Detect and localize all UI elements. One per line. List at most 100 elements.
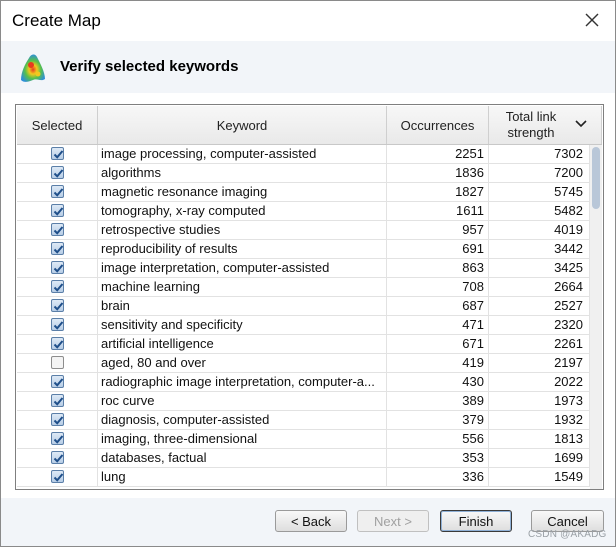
keyword-cell: magnetic resonance imaging	[98, 183, 387, 201]
occurrences-cell: 957	[387, 221, 489, 239]
total-link-strength-cell: 2022	[489, 373, 590, 391]
keyword-checkbox[interactable]	[51, 299, 64, 312]
keyword-checkbox[interactable]	[51, 432, 64, 445]
table-row[interactable]: algorithms 1836 7200	[17, 164, 590, 183]
keyword-cell: brain	[98, 297, 387, 315]
back-button[interactable]: < Back	[275, 510, 347, 532]
close-icon[interactable]	[579, 7, 605, 33]
column-header-total-link-strength[interactable]: Total link strength	[489, 106, 602, 144]
keyword-cell: retrospective studies	[98, 221, 387, 239]
keyword-cell: machine learning	[98, 278, 387, 296]
keyword-checkbox[interactable]	[51, 242, 64, 255]
checkmark-icon	[53, 188, 64, 197]
total-link-strength-cell: 7200	[489, 164, 590, 182]
selected-cell	[17, 468, 98, 486]
keyword-checkbox[interactable]	[51, 223, 64, 236]
table-row[interactable]: diagnosis, computer-assisted 379 1932	[17, 411, 590, 430]
keyword-checkbox[interactable]	[51, 394, 64, 407]
selected-cell	[17, 202, 98, 220]
checkmark-icon	[53, 454, 64, 463]
checkmark-icon	[53, 264, 64, 273]
keyword-cell: artificial intelligence	[98, 335, 387, 353]
scrollbar-thumb[interactable]	[592, 147, 600, 209]
table-header: Selected Keyword Occurrences Total link …	[17, 106, 602, 145]
keyword-checkbox[interactable]	[51, 318, 64, 331]
keyword-cell: algorithms	[98, 164, 387, 182]
finish-button[interactable]: Finish	[440, 510, 512, 532]
table-row[interactable]: magnetic resonance imaging 1827 5745	[17, 183, 590, 202]
keyword-cell: sensitivity and specificity	[98, 316, 387, 334]
selected-cell	[17, 411, 98, 429]
table-row[interactable]: reproducibility of results 691 3442	[17, 240, 590, 259]
keyword-cell: image interpretation, computer-assisted	[98, 259, 387, 277]
watermark: CSDN @AKADG	[528, 529, 607, 540]
column-label-total-link-strength: Total link strength	[503, 109, 559, 141]
keyword-checkbox[interactable]	[51, 280, 64, 293]
total-link-strength-cell: 2197	[489, 354, 590, 372]
keywords-table: Selected Keyword Occurrences Total link …	[15, 104, 604, 490]
column-header-occurrences[interactable]: Occurrences	[387, 106, 489, 144]
column-header-keyword[interactable]: Keyword	[98, 106, 387, 144]
title-bar: Create Map	[1, 1, 615, 41]
table-row[interactable]: roc curve 389 1973	[17, 392, 590, 411]
checkmark-icon	[53, 435, 64, 444]
keyword-checkbox[interactable]	[51, 166, 64, 179]
selected-cell	[17, 145, 98, 163]
keyword-cell: databases, factual	[98, 449, 387, 467]
occurrences-cell: 708	[387, 278, 489, 296]
vosviewer-density-icon	[21, 54, 45, 82]
keyword-checkbox[interactable]	[51, 204, 64, 217]
keyword-checkbox[interactable]	[51, 185, 64, 198]
table-row[interactable]: tomography, x-ray computed 1611 5482	[17, 202, 590, 221]
table-row[interactable]: sensitivity and specificity 471 2320	[17, 316, 590, 335]
selected-cell	[17, 373, 98, 391]
table-row[interactable]: image processing, computer-assisted 2251 7…	[17, 145, 590, 164]
keyword-checkbox[interactable]	[51, 470, 64, 483]
vertical-scrollbar[interactable]	[590, 145, 602, 489]
selected-cell	[17, 259, 98, 277]
table-row[interactable]: lung 336 1549	[17, 468, 590, 487]
total-link-strength-cell: 2261	[489, 335, 590, 353]
total-link-strength-cell: 5745	[489, 183, 590, 201]
checkmark-icon	[53, 207, 64, 216]
keyword-cell: diagnosis, computer-assisted	[98, 411, 387, 429]
table-row[interactable]: retrospective studies 957 4019	[17, 221, 590, 240]
occurrences-cell: 1836	[387, 164, 489, 182]
table-row[interactable]: databases, factual 353 1699	[17, 449, 590, 468]
table-row[interactable]: imaging, three-dimensional 556 1813	[17, 430, 590, 449]
table-row[interactable]: image interpretation, computer-assisted 8…	[17, 259, 590, 278]
column-header-selected[interactable]: Selected	[17, 106, 98, 144]
table-row[interactable]: aged, 80 and over 419 2197	[17, 354, 590, 373]
checkmark-icon	[53, 150, 64, 159]
dialog-title: Create Map	[12, 11, 101, 30]
next-button[interactable]: Next >	[357, 510, 429, 532]
checkmark-icon	[53, 245, 64, 254]
checkmark-icon	[53, 397, 64, 406]
keyword-checkbox[interactable]	[51, 413, 64, 426]
selected-cell	[17, 221, 98, 239]
keyword-checkbox[interactable]	[51, 147, 64, 160]
keyword-cell: image processing, computer-assisted	[98, 145, 387, 163]
table-row[interactable]: artificial intelligence 671 2261	[17, 335, 590, 354]
keyword-checkbox[interactable]	[51, 375, 64, 388]
table-row[interactable]: machine learning 708 2664	[17, 278, 590, 297]
selected-cell	[17, 430, 98, 448]
keyword-cell: lung	[98, 468, 387, 486]
occurrences-cell: 2251	[387, 145, 489, 163]
total-link-strength-cell: 3425	[489, 259, 590, 277]
selected-cell	[17, 316, 98, 334]
selected-cell	[17, 354, 98, 372]
keyword-checkbox[interactable]	[51, 337, 64, 350]
column-label-total-link-line1: Total link	[505, 109, 557, 124]
wizard-heading: Verify selected keywords	[60, 58, 239, 75]
checkmark-icon	[53, 302, 64, 311]
column-label-total-link-line2: strength	[507, 125, 555, 140]
occurrences-cell: 430	[387, 373, 489, 391]
table-row[interactable]: brain 687 2527	[17, 297, 590, 316]
table-row[interactable]: radiographic image interpretation, compu…	[17, 373, 590, 392]
keyword-checkbox[interactable]	[51, 261, 64, 274]
keyword-checkbox[interactable]	[51, 356, 64, 369]
column-label-keyword: Keyword	[216, 117, 268, 133]
occurrences-cell: 336	[387, 468, 489, 486]
keyword-checkbox[interactable]	[51, 451, 64, 464]
